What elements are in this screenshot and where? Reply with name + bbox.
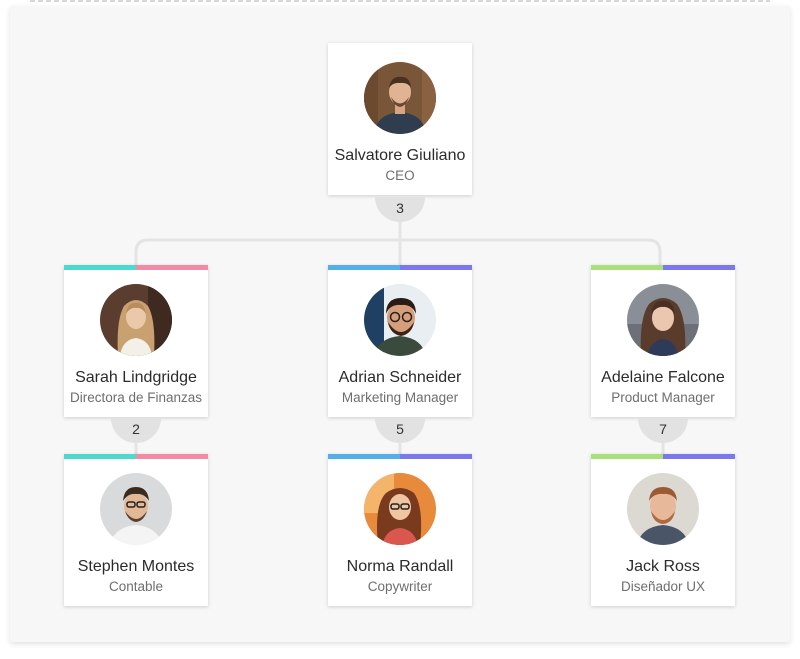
accent-bar-left bbox=[328, 265, 400, 270]
avatar bbox=[364, 62, 436, 134]
person-card-adelaine-falcone[interactable]: Adelaine Falcone Product Manager bbox=[591, 265, 735, 417]
avatar bbox=[364, 284, 436, 356]
person-name: Adrian Schneider bbox=[338, 369, 462, 386]
accent-bar-right bbox=[136, 454, 208, 459]
accent-bar-left bbox=[591, 454, 663, 459]
person-role: Diseñador UX bbox=[620, 579, 706, 594]
accent-bar-left bbox=[591, 265, 663, 270]
person-name: Adelaine Falcone bbox=[601, 369, 725, 386]
person-role: Product Manager bbox=[611, 390, 715, 405]
person-role: Directora de Finanzas bbox=[69, 390, 203, 405]
accent-bar-left bbox=[64, 454, 136, 459]
person-name: Norma Randall bbox=[346, 558, 454, 575]
avatar bbox=[364, 473, 436, 545]
person-card-norma-randall[interactable]: Norma Randall Copywriter bbox=[328, 454, 472, 606]
person-role: CEO bbox=[385, 168, 415, 183]
person-role: Contable bbox=[108, 579, 164, 594]
accent-bar-right bbox=[400, 454, 472, 459]
person-name: Jack Ross bbox=[626, 558, 700, 575]
accent-bar-right bbox=[136, 265, 208, 270]
person-role: Copywriter bbox=[367, 579, 433, 594]
person-card-jack-ross[interactable]: Jack Ross Diseñador UX bbox=[591, 454, 735, 606]
avatar bbox=[100, 284, 172, 356]
accent-bar-right bbox=[663, 454, 735, 459]
person-role: Marketing Manager bbox=[341, 390, 459, 405]
manager-connector bbox=[134, 238, 662, 265]
avatar bbox=[627, 284, 699, 356]
person-card-sarah-lindgridge[interactable]: Sarah Lindgridge Directora de Finanzas bbox=[64, 265, 208, 417]
person-card-stephen-montes[interactable]: Stephen Montes Contable bbox=[64, 454, 208, 606]
accent-bar-left bbox=[328, 454, 400, 459]
person-card-adrian-schneider[interactable]: Adrian Schneider Marketing Manager bbox=[328, 265, 472, 417]
person-name: Sarah Lindgridge bbox=[75, 369, 197, 386]
person-name: Salvatore Giuliano bbox=[334, 147, 466, 164]
accent-bar-right bbox=[663, 265, 735, 270]
person-card-ceo[interactable]: Salvatore Giuliano CEO bbox=[328, 43, 472, 195]
avatar bbox=[100, 473, 172, 545]
accent-bar-left bbox=[64, 265, 136, 270]
avatar bbox=[627, 473, 699, 545]
person-name: Stephen Montes bbox=[77, 558, 195, 575]
accent-bar-right bbox=[400, 265, 472, 270]
